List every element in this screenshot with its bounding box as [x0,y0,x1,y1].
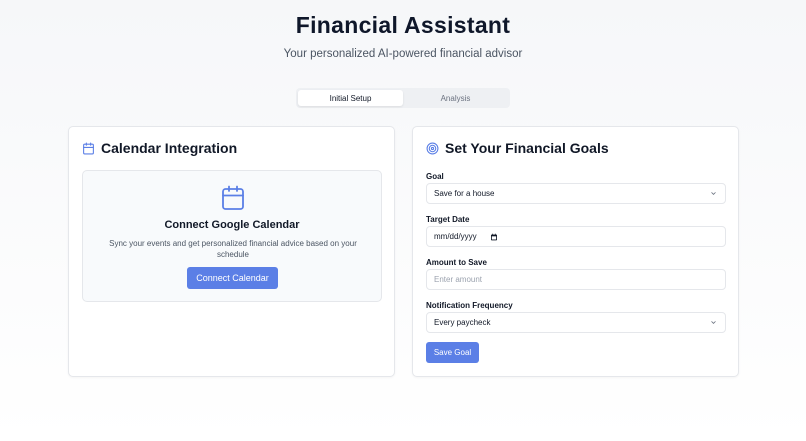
goal-label: Goal [426,172,444,181]
connect-calendar-panel: Connect Google Calendar Sync your events… [82,170,382,302]
calendar-large-icon [222,185,244,210]
date-picker-icon[interactable] [490,233,498,241]
target-date-label: Target Date [426,215,470,224]
connect-calendar-description: Sync your events and get personalized fi… [109,239,357,259]
amount-input[interactable]: Enter amount [426,269,726,290]
calendar-icon [83,142,94,154]
amount-placeholder: Enter amount [434,275,483,284]
target-date-input[interactable]: mm/dd/yyyy [426,226,726,247]
target-icon [426,142,439,154]
amount-label: Amount to Save [426,258,487,267]
notification-frequency-select[interactable]: Every paycheck [426,312,726,333]
goal-select-value: Save for a house [434,189,495,198]
page-subtitle: Your personalized AI-powered financial a… [283,48,523,60]
calendar-card-title: Calendar Integration [101,140,238,156]
connect-google-calendar-title: Connect Google Calendar [164,219,300,231]
chevron-down-icon [711,192,716,195]
target-date-value: mm/dd/yyyy [434,232,477,241]
calendar-card-header: Calendar Integration [82,140,237,156]
notification-frequency-value: Every paycheck [434,318,491,327]
tab-initial-setup[interactable]: Initial Setup [298,90,403,106]
calendar-integration-card: Calendar Integration Connect Google Cale… [68,126,395,377]
notification-frequency-label: Notification Frequency [426,301,513,310]
goal-select[interactable]: Save for a house [426,183,726,204]
tab-analysis[interactable]: Analysis [403,90,508,106]
save-goal-button[interactable]: Save Goal [426,342,479,363]
connect-calendar-button[interactable]: Connect Calendar [187,267,278,289]
chevron-down-icon [711,321,716,324]
goals-card-header: Set Your Financial Goals [426,140,609,156]
financial-goals-card: Set Your Financial Goals Goal Save for a… [412,126,739,377]
goals-card-title: Set Your Financial Goals [445,140,609,156]
page-title: Financial Assistant [295,12,511,38]
tab-bar: Initial Setup Analysis [296,88,510,108]
